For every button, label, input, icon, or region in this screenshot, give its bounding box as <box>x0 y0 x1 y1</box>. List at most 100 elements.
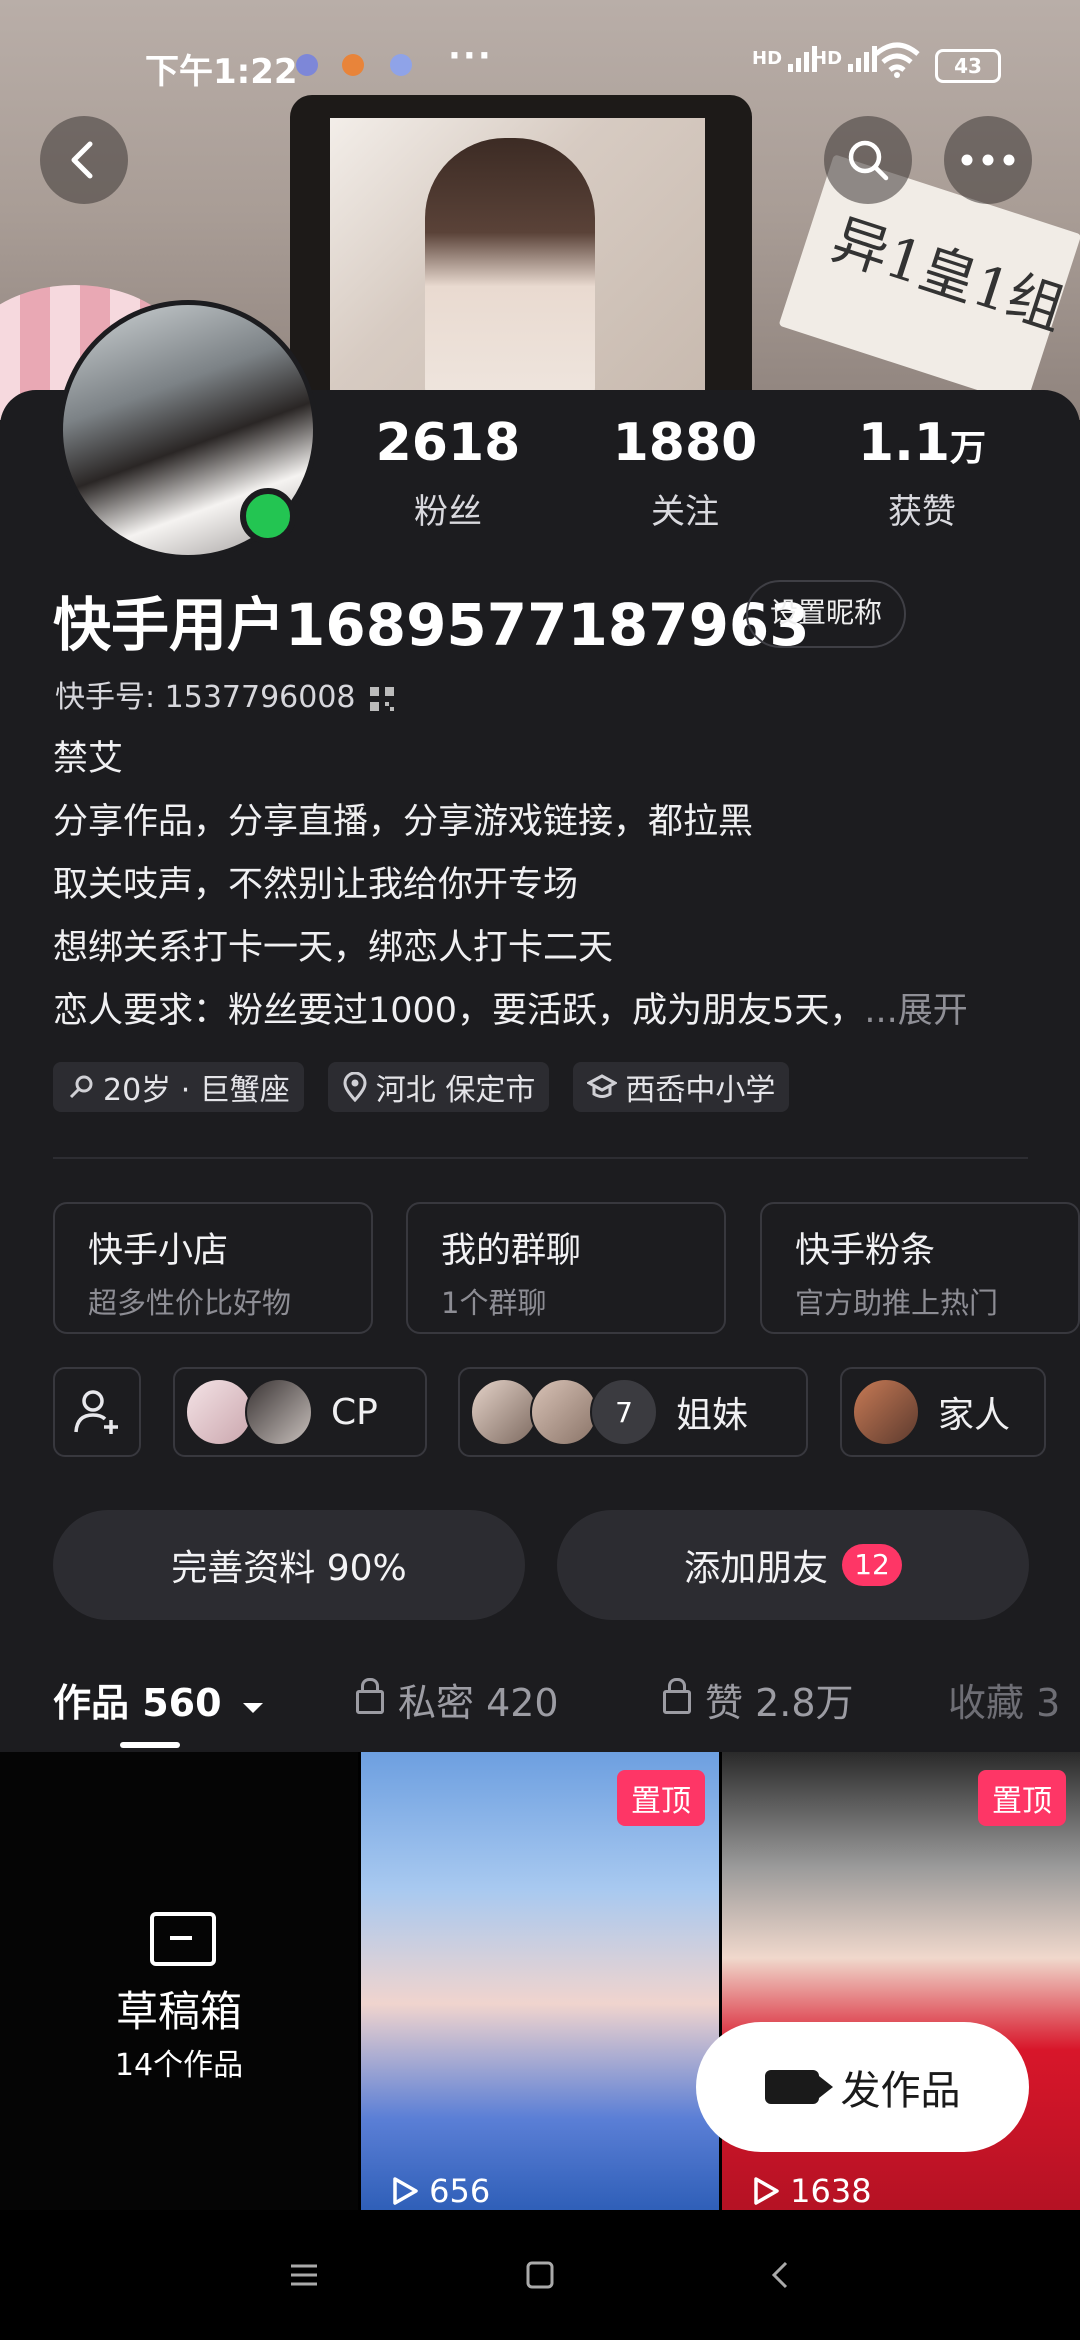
stat-likes[interactable]: 1.1万 获赞 <box>822 412 1022 533</box>
back-button[interactable] <box>40 116 128 204</box>
add-friend-badge: 12 <box>842 1544 902 1586</box>
add-relation-button[interactable] <box>53 1367 141 1457</box>
avatar <box>530 1378 598 1446</box>
content-tabs: 作品 560 私密 420 赞 2.8万 收藏 3 <box>0 1664 1080 1750</box>
stat-likes-label: 获赞 <box>888 492 956 532</box>
kuaishou-id[interactable]: 快手号: 1537796008 <box>55 672 394 716</box>
bio-line: 恋人要求：粉丝要过1000，要活跃，成为朋友5天， <box>53 991 865 1031</box>
lock-icon <box>663 1678 691 1714</box>
add-friend-button[interactable]: 添加朋友 12 <box>557 1510 1029 1620</box>
stat-fans-label: 粉丝 <box>414 492 482 532</box>
battery-icon: 43 <box>935 49 1001 83</box>
kuaishou-id-text: 快手号: 1537796008 <box>55 680 356 715</box>
wifi-icon <box>874 42 920 78</box>
tab-private[interactable]: 私密 420 <box>356 1672 559 1727</box>
tab-favorites[interactable]: 收藏 3 <box>948 1672 1060 1727</box>
play-count: 1638 <box>752 2172 872 2210</box>
home-button[interactable] <box>480 2210 600 2340</box>
status-more-icon: ··· <box>448 36 493 76</box>
video-thumbnail[interactable]: 置顶 656 <box>361 1752 719 2210</box>
more-horizontal-icon <box>961 154 1015 166</box>
tab-favorites-label: 收藏 3 <box>948 1681 1061 1725</box>
relation-group-cp[interactable]: CP <box>173 1367 427 1457</box>
drafts-title: 草稿箱 <box>115 1987 242 2036</box>
publish-label: 发作品 <box>840 2068 961 2114</box>
drafts-box[interactable]: 草稿箱 14个作品 <box>0 1752 358 2210</box>
stat-following[interactable]: 1880 关注 <box>585 412 785 533</box>
service-group-chat-title: 我的群聊 <box>441 1231 582 1271</box>
relation-group-label: CP <box>331 1391 378 1433</box>
profile-tags: 20岁 · 巨蟹座 河北 保定市 西岙中小学 <box>53 1062 790 1112</box>
school-icon <box>587 1074 618 1098</box>
tab-works-label: 作品 560 <box>53 1681 222 1725</box>
service-shop[interactable]: 快手小店 超多性价比好物 <box>53 1202 373 1334</box>
bio[interactable]: 禁艾 分享作品，分享直播，分享游戏链接，都拉黑 取关吱声，不然别让我给你开专场 … <box>53 728 968 1043</box>
folder-icon <box>150 1912 216 1966</box>
service-promotion-subtitle: 官方助推上热门 <box>795 1286 999 1320</box>
system-navigation-bar <box>0 2210 1080 2340</box>
stat-fans[interactable]: 2618 粉丝 <box>348 412 548 533</box>
complete-profile-button[interactable]: 完善资料 90% <box>53 1510 525 1620</box>
service-group-chat[interactable]: 我的群聊 1个群聊 <box>406 1202 726 1334</box>
service-promotion[interactable]: 快手粉条 官方助推上热门 <box>760 1202 1080 1334</box>
add-user-icon <box>74 1390 118 1434</box>
chevron-left-icon <box>71 141 93 179</box>
tag-age-text: 20岁 · 巨蟹座 <box>103 1073 290 1108</box>
relation-group-count: 7 <box>590 1378 658 1446</box>
complete-profile-label: 完善资料 90% <box>171 1548 407 1589</box>
notification-icon <box>390 54 412 76</box>
avatar <box>852 1378 920 1446</box>
service-shop-subtitle: 超多性价比好物 <box>88 1286 292 1320</box>
tab-works[interactable]: 作品 560 <box>53 1672 265 1727</box>
play-icon <box>393 2177 418 2205</box>
lock-icon <box>356 1678 384 1714</box>
location-icon <box>343 1072 367 1102</box>
tag-location[interactable]: 河北 保定市 <box>327 1062 550 1112</box>
signal-icon: HD <box>812 46 878 72</box>
stat-fans-count: 2618 <box>375 413 521 473</box>
tag-location-text: 河北 保定市 <box>375 1073 536 1108</box>
menu-icon <box>291 2264 317 2286</box>
camera-icon <box>764 2070 833 2104</box>
tag-school-text: 西岙中小学 <box>625 1073 776 1108</box>
gender-icon <box>69 1075 93 1099</box>
more-options-button[interactable] <box>944 116 1032 204</box>
menu-button[interactable] <box>244 2210 364 2340</box>
play-count: 656 <box>391 2172 490 2210</box>
publish-button[interactable]: 发作品 <box>696 2022 1029 2152</box>
system-back-button[interactable] <box>720 2210 840 2340</box>
nickname: 快手用户1689577187963 <box>53 591 810 659</box>
home-square-icon <box>526 2261 554 2289</box>
bio-line: 取关吱声，不然别让我给你开专场 <box>53 865 579 905</box>
avatar <box>185 1378 253 1446</box>
relation-group-sisters[interactable]: 7 姐妹 <box>458 1367 808 1457</box>
tag-age-constellation[interactable]: 20岁 · 巨蟹座 <box>53 1062 304 1112</box>
bio-line: 分享作品，分享直播，分享游戏链接，都拉黑 <box>53 802 754 842</box>
bio-line: 想绑关系打卡一天，绑恋人打卡二天 <box>53 928 614 968</box>
avatar <box>245 1378 313 1446</box>
relation-group-family[interactable]: 家人 <box>840 1367 1046 1457</box>
set-nickname-button[interactable]: 设置昵称 <box>746 580 907 648</box>
status-bar: 下午1:22 ··· HD HD 43 <box>0 36 1080 92</box>
bio-expand-link[interactable]: ...展开 <box>864 991 967 1031</box>
chevron-left-icon <box>771 2261 788 2289</box>
tag-school[interactable]: 西岙中小学 <box>573 1062 790 1112</box>
search-button[interactable] <box>824 116 912 204</box>
active-tab-indicator <box>120 1742 180 1748</box>
cover-photo <box>330 118 705 420</box>
notification-icon <box>342 54 364 76</box>
service-group-chat-subtitle: 1个群聊 <box>441 1286 547 1320</box>
stat-following-label: 关注 <box>651 492 719 532</box>
play-icon <box>754 2177 779 2205</box>
status-time: 下午1:22 <box>145 52 298 92</box>
add-friend-label: 添加朋友 <box>684 1548 829 1589</box>
relation-group-label: 家人 <box>938 1395 1011 1436</box>
stat-likes-count: 1.1 <box>857 413 951 473</box>
pinned-badge: 置顶 <box>978 1770 1066 1826</box>
drafts-count: 14个作品 <box>114 2048 244 2083</box>
stat-likes-unit: 万 <box>950 428 987 469</box>
online-status-dot <box>240 488 296 544</box>
qr-code-icon[interactable] <box>369 686 394 711</box>
service-promotion-title: 快手粉条 <box>795 1231 936 1271</box>
tab-liked[interactable]: 赞 2.8万 <box>663 1672 854 1727</box>
